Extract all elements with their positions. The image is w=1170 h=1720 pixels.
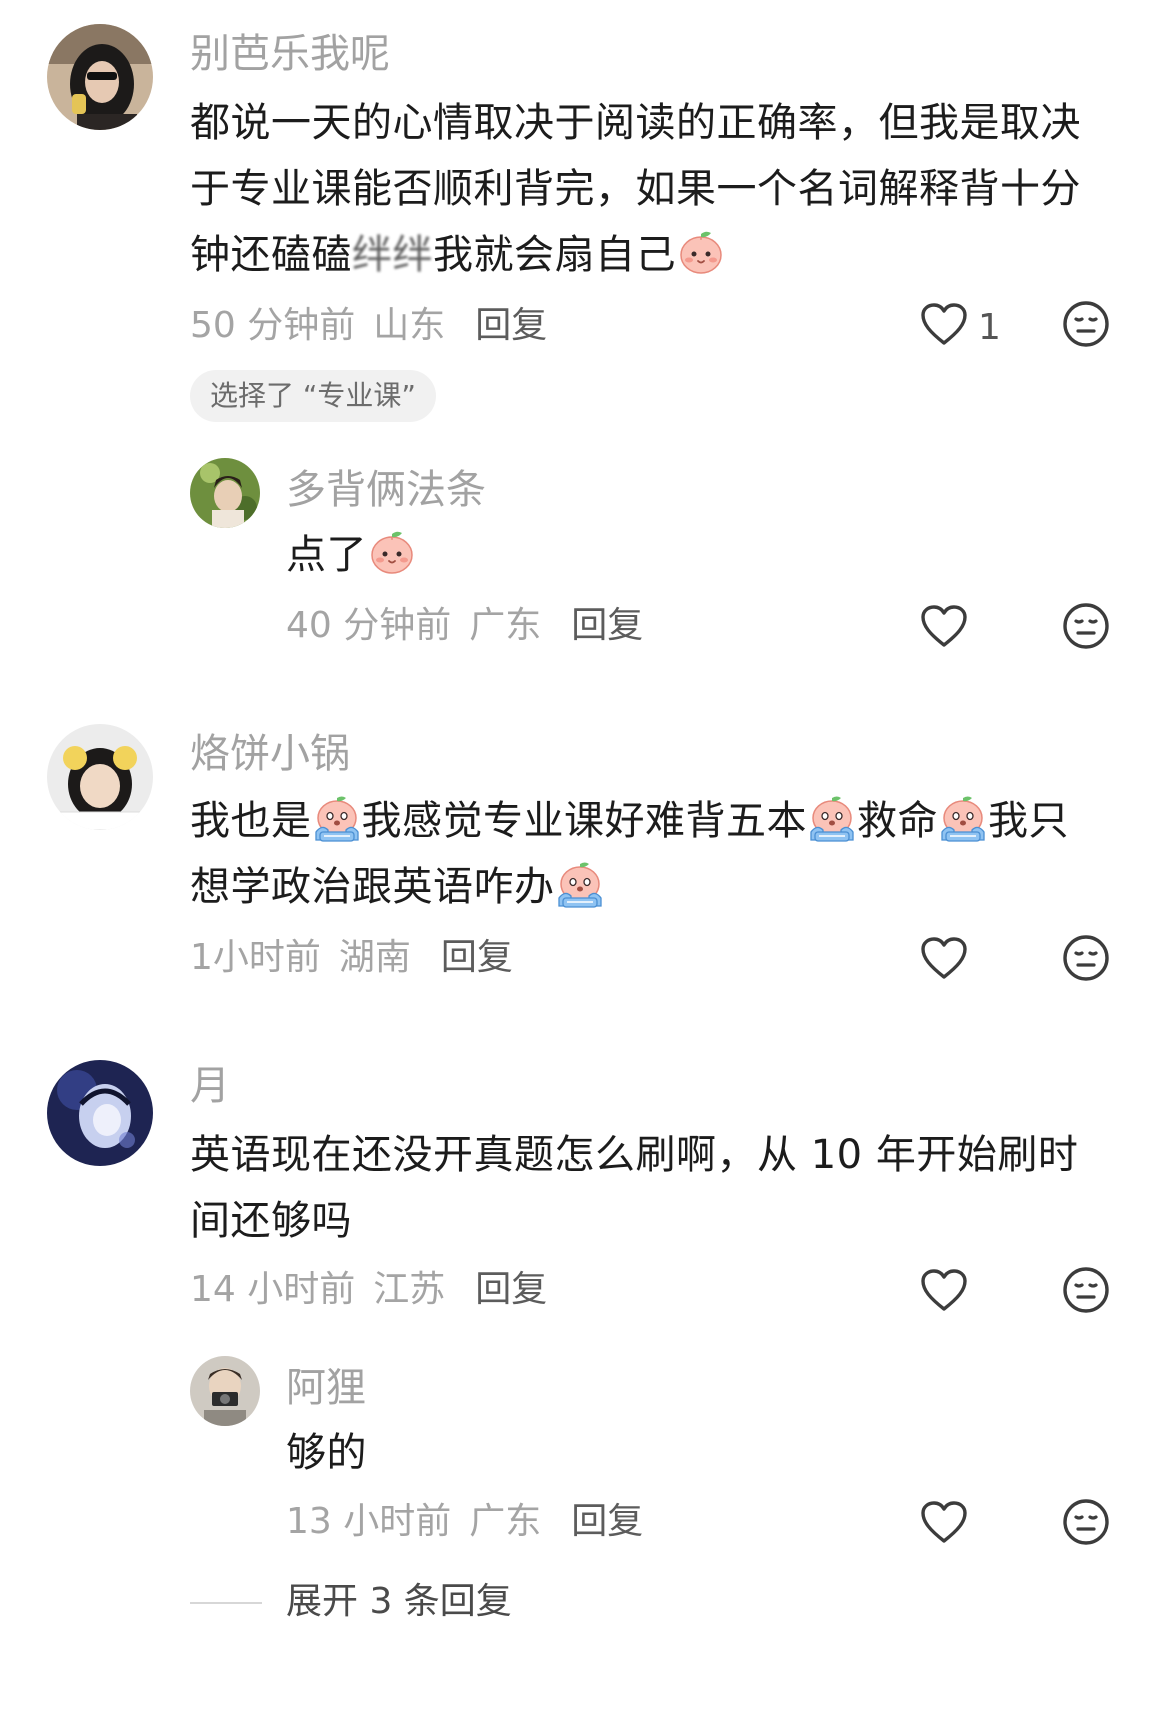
comment-text-part: 够的 (286, 1430, 367, 1476)
neutral-face-icon[interactable] (1062, 1498, 1110, 1546)
comment-text-part: 我感觉专业课好难背五本 (361, 798, 807, 844)
reply-button[interactable]: 回复 (475, 305, 547, 346)
username[interactable]: 阿狸 (286, 1368, 366, 1408)
comment-text: 都说一天的心情取决于阅读的正确率，但我是取决于专业课能否顺利背完，如果一个名词解… (190, 90, 1100, 288)
reply-button[interactable]: 回复 (571, 1501, 643, 1542)
heart-outline-icon[interactable] (920, 302, 968, 346)
username[interactable]: 烙饼小锅 (190, 734, 350, 774)
selection-chip: 选择了 “专业课” (190, 370, 436, 422)
comment-text-part: 点了 (286, 532, 367, 578)
peach-smile-emoji (367, 526, 417, 576)
comment-meta: 14 小时前 江苏 回复 (190, 1272, 547, 1308)
comment-time: 1小时前 (190, 937, 321, 978)
peach-smile-emoji (676, 226, 726, 276)
expand-divider (190, 1602, 262, 1604)
heart-outline-icon[interactable] (920, 936, 968, 980)
crying-face-emoji (807, 792, 857, 842)
comment-text-part: 我也是 (190, 798, 312, 844)
crying-face-emoji (938, 792, 988, 842)
neutral-face-icon[interactable] (1062, 602, 1110, 650)
user-avatar[interactable] (47, 724, 153, 830)
comment-location: 江苏 (373, 1269, 446, 1310)
heart-outline-icon[interactable] (920, 1500, 968, 1544)
expand-replies-button[interactable]: 展开 3 条回复 (286, 1584, 512, 1620)
heart-outline-icon[interactable] (920, 604, 968, 648)
comment-location: 湖南 (338, 937, 411, 978)
comment-text: 我也是 我感觉专业课好难背五本 救命 我只想学政治跟英语咋办 (190, 788, 1100, 920)
comment-text: 够的 (286, 1420, 367, 1486)
user-avatar[interactable] (47, 24, 153, 130)
comment-meta: 50 分钟前 山东 回复 (190, 308, 547, 344)
comment-location: 山东 (373, 305, 446, 346)
reply-button[interactable]: 回复 (571, 605, 643, 646)
neutral-face-icon[interactable] (1062, 934, 1110, 982)
crying-face-emoji (555, 858, 605, 908)
username[interactable]: 别芭乐我呢 (190, 34, 390, 74)
comment-text-part: 救命 (857, 798, 938, 844)
comment-time: 40 分钟前 (286, 605, 452, 646)
neutral-face-icon[interactable] (1062, 1266, 1110, 1314)
username[interactable]: 多背俩法条 (286, 470, 486, 510)
username[interactable]: 月 (190, 1066, 230, 1106)
comment-location: 广东 (469, 1501, 542, 1542)
comment-meta: 13 小时前 广东 回复 (286, 1504, 643, 1540)
like-count: 1 (978, 307, 1001, 348)
comment-text-part: 绊绊 (352, 232, 433, 278)
comment-meta: 1小时前 湖南 回复 (190, 940, 513, 976)
comment-location: 广东 (469, 605, 542, 646)
comment-time: 14 小时前 (190, 1269, 356, 1310)
neutral-face-icon[interactable] (1062, 300, 1110, 348)
comment-time: 13 小时前 (286, 1501, 452, 1542)
crying-face-emoji (312, 792, 362, 842)
user-avatar[interactable] (47, 1060, 153, 1166)
comment-time: 50 分钟前 (190, 305, 356, 346)
comment-text: 英语现在还没开真题怎么刷啊，从 10 年开始刷时间还够吗 (190, 1122, 1110, 1254)
reply-button[interactable]: 回复 (441, 937, 513, 978)
user-avatar[interactable] (190, 458, 260, 528)
comment-text-part: 英语现在还没开真题怎么刷啊，从 10 年开始刷时间还够吗 (190, 1132, 1079, 1244)
user-avatar[interactable] (190, 1356, 260, 1426)
comment-text: 点了 (286, 522, 417, 588)
heart-outline-icon[interactable] (920, 1268, 968, 1312)
comment-text-part: 我就会扇自己 (433, 232, 676, 278)
reply-button[interactable]: 回复 (475, 1269, 547, 1310)
comment-meta: 40 分钟前 广东 回复 (286, 608, 643, 644)
